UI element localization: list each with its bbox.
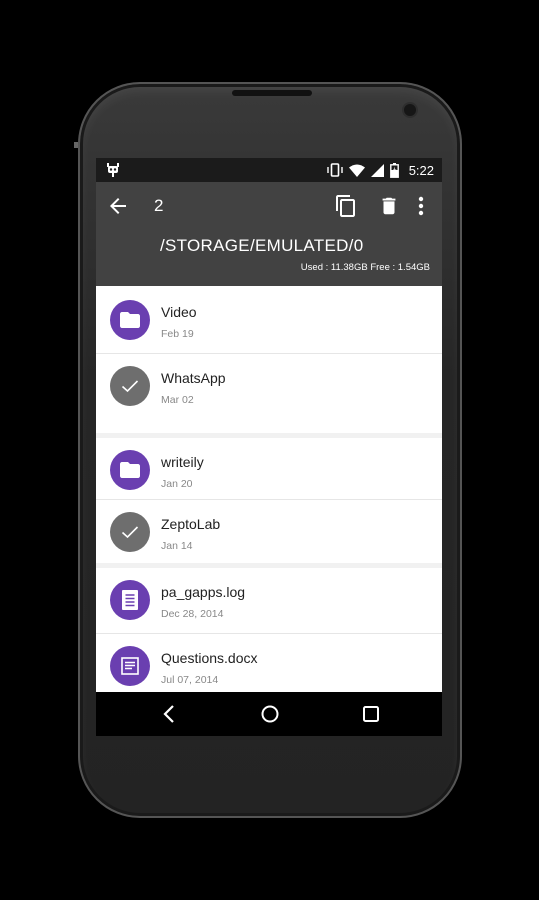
- earpiece-speaker: [232, 90, 312, 96]
- file-name: WhatsApp: [161, 370, 226, 386]
- navigation-bar: [96, 692, 442, 736]
- app-notification-icon: [107, 163, 119, 177]
- status-bar: 5:22: [96, 158, 442, 182]
- file-list: Video Feb 19 WhatsApp Mar 02 writeily Ja…: [96, 286, 442, 692]
- list-item[interactable]: WhatsApp Mar 02: [96, 353, 442, 418]
- list-item[interactable]: writeily Jan 20: [96, 438, 442, 503]
- battery-charging-icon: [389, 162, 399, 178]
- nav-recents-icon[interactable]: [362, 705, 380, 723]
- arrow-back-icon[interactable]: [106, 194, 130, 218]
- file-date: Jan 14: [161, 540, 193, 552]
- folder-icon: [110, 450, 150, 490]
- file-name: pa_gapps.log: [161, 584, 246, 600]
- wifi-icon: [348, 164, 365, 177]
- file-name: Questions.docx: [161, 650, 258, 666]
- file-date: Dec 28, 2014: [161, 608, 224, 620]
- file-date: Jan 20: [161, 478, 193, 490]
- file-date: Feb 19: [161, 328, 194, 340]
- selected-count: 2: [154, 196, 164, 215]
- list-card: writeily Jan 20 ZeptoLab Jan 14: [96, 438, 442, 563]
- signal-icon: [370, 163, 384, 177]
- clock: 5:22: [408, 162, 434, 178]
- file-name: writeily: [161, 454, 204, 470]
- folder-icon: [110, 300, 150, 340]
- log-file-icon: [110, 580, 150, 620]
- list-item[interactable]: pa_gapps.log Dec 28, 2014: [96, 568, 442, 633]
- storage-info: Used : 11.38GB Free : 1.54GB: [300, 262, 430, 273]
- nav-home-icon[interactable]: [260, 704, 280, 724]
- file-date: Jul 07, 2014: [161, 674, 219, 686]
- current-path: /STORAGE/EMULATED/0: [160, 236, 364, 255]
- copy-icon[interactable]: [334, 194, 358, 218]
- list-item[interactable]: Video Feb 19: [96, 288, 442, 353]
- list-card: pa_gapps.log Dec 28, 2014 Questions.docx…: [96, 568, 442, 692]
- list-card: Video Feb 19 WhatsApp Mar 02: [96, 286, 442, 433]
- document-icon: [110, 646, 150, 686]
- check-icon: [110, 512, 150, 552]
- delete-icon[interactable]: [378, 194, 400, 218]
- check-icon: [110, 366, 150, 406]
- phone-screen: 5:22 2 /STORAGE/EMULATED/0 Used : 11.38G…: [96, 158, 442, 736]
- file-name: ZeptoLab: [161, 516, 221, 532]
- file-name: Video: [161, 304, 197, 320]
- nav-back-icon[interactable]: [160, 704, 180, 724]
- file-date: Mar 02: [161, 394, 194, 406]
- app-bar: 2 /STORAGE/EMULATED/0 Used : 11.38GB Fre…: [96, 182, 442, 286]
- list-item[interactable]: Questions.docx Jul 07, 2014: [96, 633, 442, 692]
- front-camera: [402, 102, 418, 118]
- list-item[interactable]: ZeptoLab Jan 14: [96, 499, 442, 564]
- more-vert-icon[interactable]: [414, 194, 428, 218]
- vibrate-icon: [326, 163, 343, 177]
